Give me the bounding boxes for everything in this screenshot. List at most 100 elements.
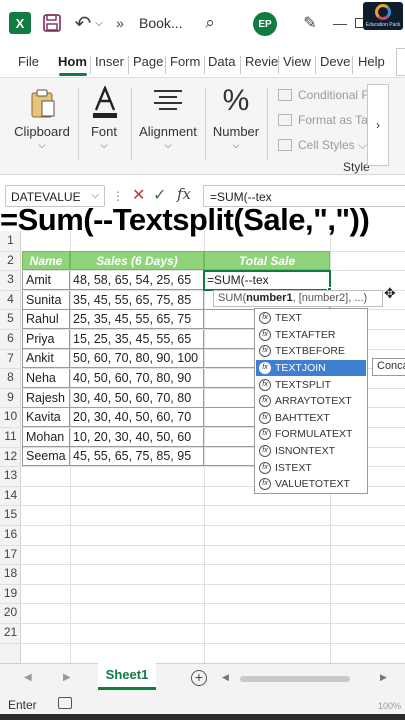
- cell-name[interactable]: Mohan: [22, 427, 70, 447]
- row-header[interactable]: 13: [0, 468, 21, 482]
- cell-sales[interactable]: 48, 58, 65, 54, 25, 65: [70, 271, 204, 290]
- cell-name[interactable]: Ankit: [22, 349, 70, 369]
- alignment-group[interactable]: Alignment ⌵: [136, 84, 200, 170]
- search-icon[interactable]: ⌕: [200, 10, 220, 36]
- row-header[interactable]: 18: [0, 566, 21, 580]
- autocomplete-item-label: FORMULATEXT: [275, 428, 353, 441]
- row-header[interactable]: 8: [0, 370, 21, 384]
- autocomplete-item[interactable]: fx TEXTBEFORE: [256, 343, 366, 360]
- autocomplete-item[interactable]: fx TEXT: [256, 310, 366, 327]
- cell-sales[interactable]: 45, 55, 65, 75, 85, 95: [70, 447, 204, 467]
- cell-sales[interactable]: 40, 50, 60, 70, 80, 90: [70, 369, 204, 388]
- workbook-name[interactable]: Book...: [139, 10, 183, 36]
- header-sales[interactable]: Sales (6 Days): [70, 251, 204, 270]
- function-icon: fx: [259, 445, 271, 458]
- cell-sales[interactable]: 35, 45, 55, 65, 75, 85: [70, 290, 204, 310]
- autocomplete-item[interactable]: fx VALUETOTEXT: [256, 476, 366, 493]
- autocomplete-item[interactable]: fx BAHTTEXT: [256, 410, 366, 427]
- undo-dropdown-icon[interactable]: ⌵: [93, 10, 105, 36]
- autocomplete-item[interactable]: fx TEXTAFTER: [256, 327, 366, 344]
- row-header[interactable]: 12: [0, 449, 21, 463]
- sheet-next-icon[interactable]: ▶: [63, 672, 71, 683]
- row-header[interactable]: 10: [0, 409, 21, 423]
- autocomplete-item[interactable]: fx FORMULATEXT: [256, 426, 366, 443]
- number-group[interactable]: % Number ⌵: [210, 84, 262, 170]
- zoom-level[interactable]: 100%: [378, 701, 401, 711]
- cell-name[interactable]: Rajesh: [22, 388, 70, 408]
- ribbon-display-options[interactable]: [396, 48, 405, 76]
- add-sheet-icon[interactable]: +: [191, 670, 207, 686]
- tab-insert[interactable]: Inser: [95, 54, 124, 69]
- ribbon-scroll-right-button[interactable]: ›: [367, 84, 389, 166]
- row-header[interactable]: 6: [0, 331, 21, 345]
- row-header[interactable]: 5: [0, 311, 21, 325]
- scroll-left-icon[interactable]: ◀: [222, 672, 229, 683]
- cell-sales[interactable]: 10, 20, 30, 40, 50, 60: [70, 427, 204, 447]
- format-as-table-button[interactable]: Format as Tal: [278, 113, 370, 127]
- autocomplete-item[interactable]: fx TEXTSPLIT: [256, 376, 366, 393]
- autocomplete-item[interactable]: fx ARRAYTOTEXT: [256, 393, 366, 410]
- row-header[interactable]: 11: [0, 429, 21, 443]
- cell-name[interactable]: Rahul: [22, 310, 70, 330]
- accessibility-icon[interactable]: [58, 697, 72, 709]
- cell-name[interactable]: Priya: [22, 329, 70, 349]
- cell-styles-button[interactable]: Cell Styles ⌵: [278, 138, 367, 153]
- autocomplete-item[interactable]: fx ISNONTEXT: [256, 443, 366, 460]
- cell-name[interactable]: Sunita: [22, 290, 70, 310]
- font-group[interactable]: Font ⌵: [84, 84, 124, 170]
- tab-developer[interactable]: Deve: [320, 54, 350, 69]
- cell-name[interactable]: Seema: [22, 447, 70, 467]
- cell-sales[interactable]: 25, 35, 45, 55, 65, 75: [70, 310, 204, 330]
- tab-page-layout[interactable]: Page: [133, 54, 163, 69]
- row-header[interactable]: 17: [0, 547, 21, 561]
- more-commands-icon[interactable]: »: [112, 10, 128, 36]
- clipboard-group[interactable]: Clipboard ⌵: [10, 84, 74, 170]
- cell-sales[interactable]: 20, 30, 40, 50, 60, 70: [70, 408, 204, 428]
- horizontal-scrollbar[interactable]: [240, 676, 350, 682]
- active-tab-indicator: [59, 73, 87, 76]
- save-icon[interactable]: [41, 10, 63, 36]
- tab-file[interactable]: File: [18, 54, 39, 69]
- tab-help[interactable]: Help: [358, 54, 385, 69]
- row-header[interactable]: 15: [0, 507, 21, 521]
- pen-icon[interactable]: ✎: [300, 10, 320, 36]
- sheet-tab-active[interactable]: Sheet1: [98, 663, 156, 690]
- undo-icon[interactable]: ↶: [72, 10, 94, 36]
- cell-name[interactable]: Amit: [22, 271, 70, 290]
- scroll-right-icon[interactable]: ▶: [380, 672, 387, 683]
- row-header[interactable]: 3: [0, 272, 21, 286]
- row-header[interactable]: 14: [0, 488, 21, 502]
- tab-divider: [165, 56, 166, 74]
- tab-divider: [128, 56, 129, 74]
- row-header[interactable]: 7: [0, 351, 21, 365]
- row-header[interactable]: 20: [0, 605, 21, 619]
- row-line: [0, 642, 405, 644]
- header-total[interactable]: Total Sale: [204, 251, 330, 270]
- row-header[interactable]: 16: [0, 527, 21, 541]
- cell-name[interactable]: Kavita: [22, 408, 70, 428]
- cell-name[interactable]: Neha: [22, 369, 70, 388]
- cell-sales[interactable]: 15, 25, 35, 45, 55, 65: [70, 329, 204, 349]
- row-header[interactable]: 19: [0, 586, 21, 600]
- autocomplete-item[interactable]: fx ISTEXT: [256, 459, 366, 476]
- tab-view[interactable]: View: [283, 54, 311, 69]
- row-header[interactable]: 21: [0, 625, 21, 639]
- alignment-label: Alignment: [139, 124, 197, 139]
- cell-sales[interactable]: 50, 60, 70, 80, 90, 100: [70, 349, 204, 369]
- tab-review[interactable]: Revie: [245, 54, 278, 69]
- cell-sales[interactable]: 30, 40, 50, 60, 70, 80: [70, 388, 204, 408]
- header-name[interactable]: Name: [22, 251, 70, 270]
- autocomplete-item[interactable]: fx TEXTJOIN: [256, 359, 366, 377]
- row-header[interactable]: 9: [0, 390, 21, 404]
- conditional-formatting-button[interactable]: Conditional F: [278, 88, 369, 102]
- active-cell[interactable]: =SUM(--tex: [203, 270, 331, 291]
- minimize-icon[interactable]: —: [333, 10, 347, 36]
- row-header[interactable]: 4: [0, 292, 21, 306]
- tab-formulas[interactable]: Form: [170, 54, 200, 69]
- row-header[interactable]: 2: [0, 253, 21, 267]
- tab-data[interactable]: Data: [208, 54, 235, 69]
- avatar[interactable]: EP: [253, 12, 277, 36]
- bottom-strip: [0, 714, 405, 720]
- sheet-prev-icon[interactable]: ◀: [24, 672, 32, 683]
- tab-home[interactable]: Hom: [58, 54, 87, 69]
